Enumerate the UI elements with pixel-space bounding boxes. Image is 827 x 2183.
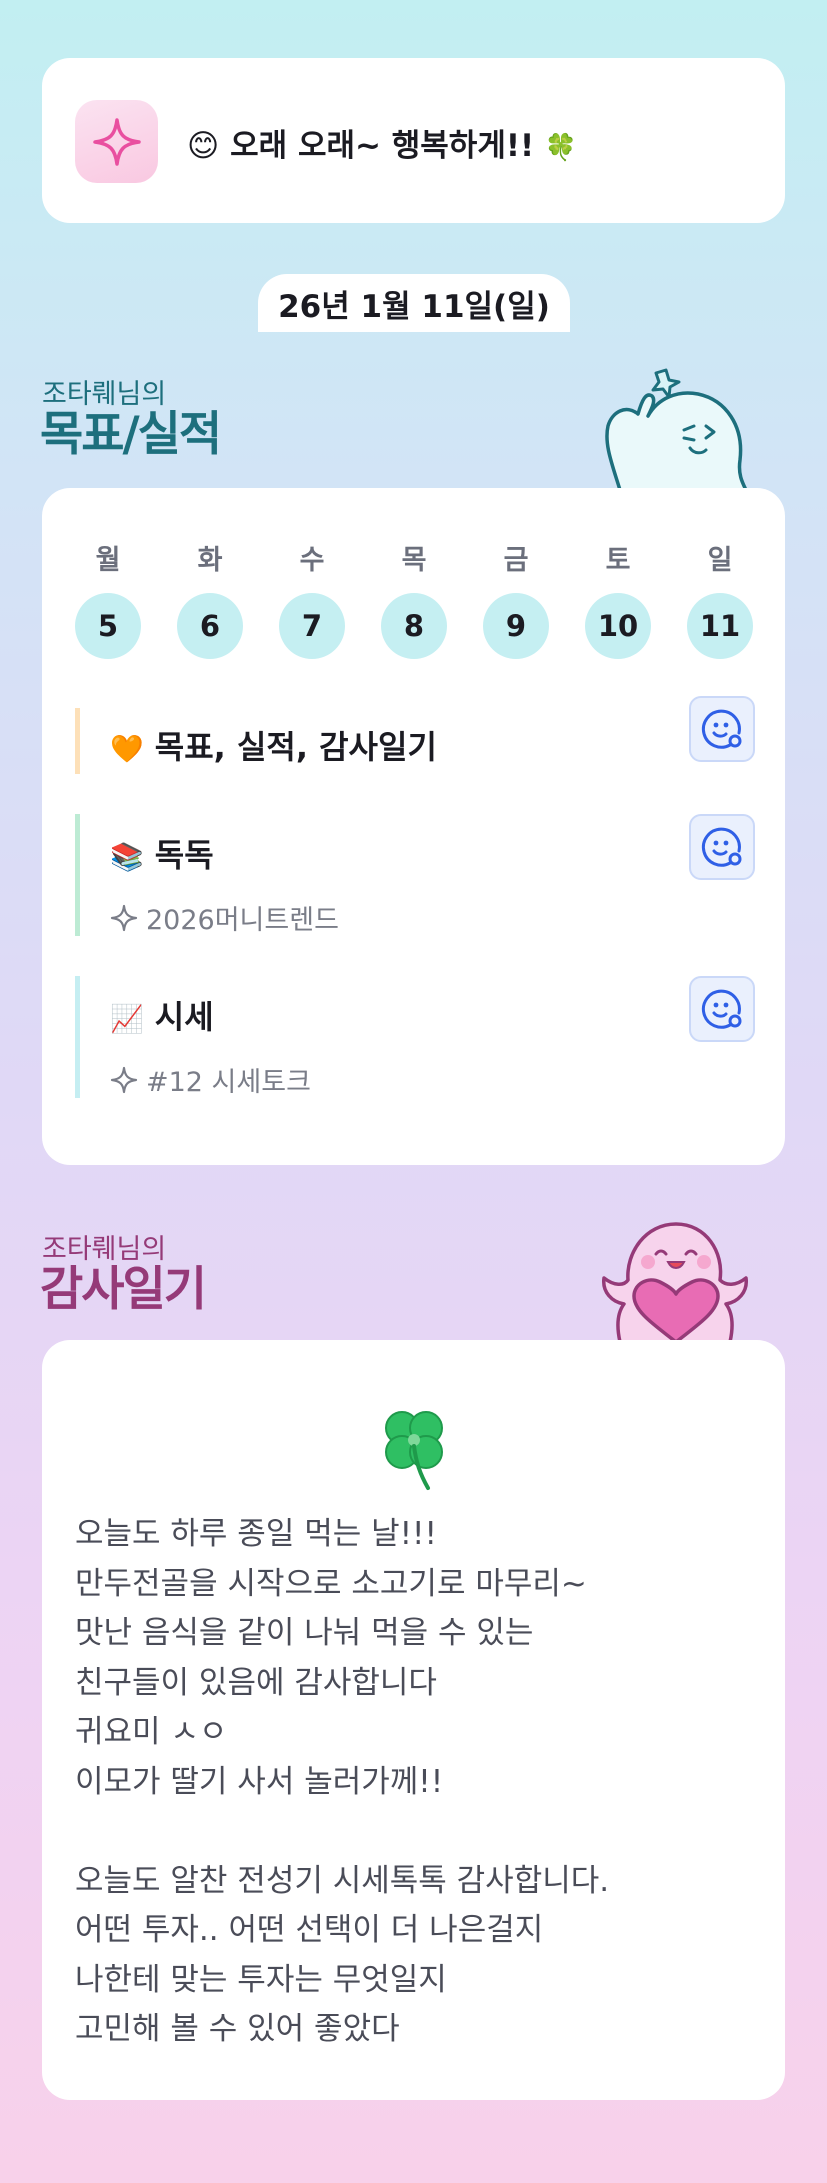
day-wed[interactable]: 수 7 <box>279 538 345 659</box>
heart-ghost-mascot-icon <box>602 1222 748 1342</box>
sparkle-icon <box>75 100 158 183</box>
add-reaction-button[interactable] <box>689 696 755 762</box>
clover-icon <box>42 1402 785 1511</box>
day-label: 목 <box>401 545 427 576</box>
goal-title: 📈 시세 <box>110 992 214 1038</box>
day-number: 8 <box>381 593 447 659</box>
day-label: 수 <box>299 545 325 576</box>
date-label: 26년 1월 11일(일) <box>258 274 570 332</box>
goal-title-label: 독독 <box>154 836 214 874</box>
smile-add-icon <box>701 827 742 867</box>
day-label: 화 <box>197 545 223 576</box>
diary-line: 고민해 볼 수 있어 좋았다 <box>75 2011 400 2047</box>
goal-title-label: 시세 <box>154 998 214 1036</box>
motto-text: 😊 오래 오래~ 행복하게!! 🍀 <box>187 120 577 165</box>
gratitude-section-title: 감사일기 <box>40 1262 207 1317</box>
day-sun[interactable]: 일 11 <box>687 538 753 659</box>
ghost-mascot-icon <box>605 368 748 490</box>
diary-line: 오늘도 알찬 전성기 시세톡톡 감사합니다. <box>75 1862 610 1899</box>
diary-line: 나한테 맞는 투자는 무엇일지 <box>75 1961 447 1998</box>
diary-line: 만두전골을 시작으로 소고기로 마무리~ <box>75 1565 587 1602</box>
diary-line: 귀요미 ㅅㅇ <box>75 1714 228 1750</box>
motto-label: 오래 오래~ 행복하게!! <box>230 128 535 164</box>
goal-item[interactable]: 📚 독독 2026머니트렌드 <box>75 814 755 936</box>
sparkle-icon <box>110 904 138 931</box>
add-reaction-button[interactable] <box>689 814 755 880</box>
diary-line: 어떤 투자.. 어떤 선택이 더 나은걸지 <box>75 1912 544 1948</box>
day-mon[interactable]: 월 5 <box>75 538 141 659</box>
books-emoji-icon: 📚 <box>110 842 144 873</box>
goal-subtitle-label: 2026머니트렌드 <box>146 905 339 936</box>
diary-line: 맛난 음식을 같이 나눠 먹을 수 있는 <box>75 1615 534 1651</box>
smile-emoji-icon: 😊 <box>187 128 220 164</box>
smile-add-icon <box>701 989 742 1029</box>
chart-emoji-icon: 📈 <box>110 1004 144 1035</box>
goal-title-label: 목표, 실적, 감사일기 <box>154 728 437 766</box>
day-number: 9 <box>483 593 549 659</box>
day-thu[interactable]: 목 8 <box>381 538 447 659</box>
gratitude-card: 오늘도 하루 종일 먹는 날!!! 만두전골을 시작으로 소고기로 마무리~ 맛… <box>42 1340 785 2100</box>
orange-heart-emoji-icon: 🧡 <box>110 734 144 765</box>
day-label: 월 <box>95 545 121 576</box>
clover-emoji-icon: 🍀 <box>544 133 578 163</box>
diary-line: 오늘도 하루 종일 먹는 날!!! <box>75 1516 437 1552</box>
goal-title: 🧡 목표, 실적, 감사일기 <box>110 722 437 768</box>
day-sat[interactable]: 토 10 <box>585 538 651 659</box>
smile-add-icon <box>701 709 742 749</box>
day-tue[interactable]: 화 6 <box>177 538 243 659</box>
goals-section-title: 목표/실적 <box>40 407 222 462</box>
goal-title: 📚 독독 <box>110 830 214 876</box>
goal-item[interactable]: 📈 시세 #12 시세토크 <box>75 976 755 1098</box>
day-label: 금 <box>503 545 529 576</box>
sparkle-icon <box>110 1066 138 1093</box>
diary-line <box>75 1807 609 1857</box>
motto-card: 😊 오래 오래~ 행복하게!! 🍀 <box>42 58 785 223</box>
goal-subtitle: 2026머니트렌드 <box>110 898 339 937</box>
day-number: 7 <box>279 593 345 659</box>
gratitude-diary-text: 오늘도 하루 종일 먹는 날!!! 만두전골을 시작으로 소고기로 마무리~ 맛… <box>75 1510 609 2055</box>
day-number: 11 <box>687 593 753 659</box>
goal-item[interactable]: 🧡 목표, 실적, 감사일기 <box>75 696 755 774</box>
day-number: 6 <box>177 593 243 659</box>
goals-card: 월 5 화 6 수 7 목 8 금 9 토 10 일 11 🧡 목표, 실적, … <box>42 488 785 1165</box>
goal-subtitle-label: #12 시세토크 <box>146 1067 311 1098</box>
add-reaction-button[interactable] <box>689 976 755 1042</box>
diary-line: 친구들이 있음에 감사합니다 <box>75 1664 437 1701</box>
day-fri[interactable]: 금 9 <box>483 538 549 659</box>
day-label: 토 <box>605 545 631 576</box>
day-number: 5 <box>75 593 141 659</box>
goal-subtitle: #12 시세토크 <box>110 1060 311 1099</box>
day-label: 일 <box>707 545 733 576</box>
day-number: 10 <box>585 593 651 659</box>
diary-line: 이모가 딸기 사서 놀러가께!! <box>75 1763 444 1800</box>
